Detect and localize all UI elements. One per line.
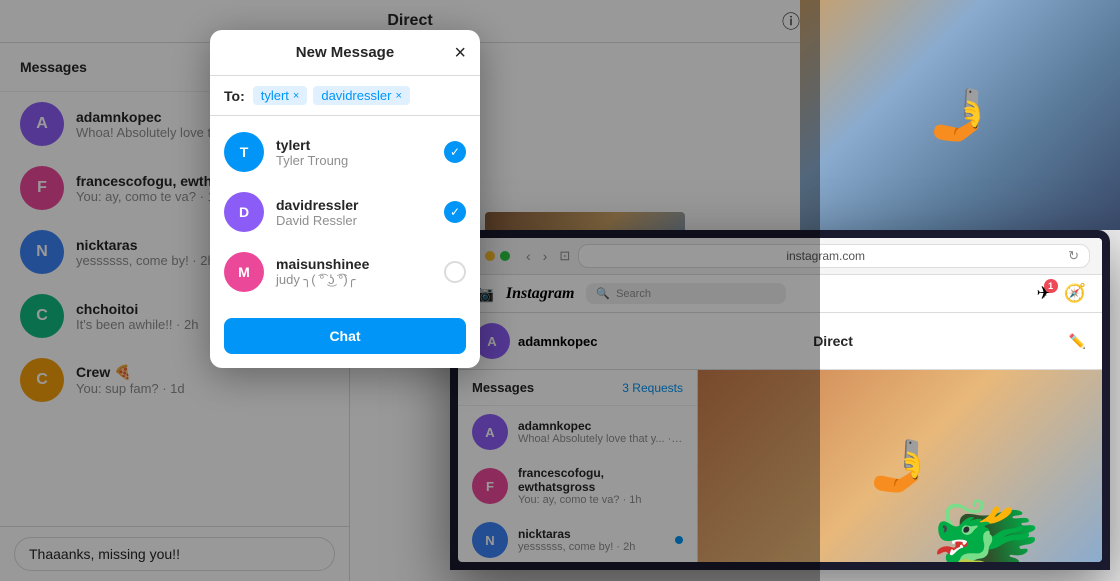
- remove-davidressler-icon[interactable]: ×: [395, 90, 401, 102]
- modal-real-name: judy ╮( ͡° ͜ʖ ͡°)╭: [276, 272, 432, 288]
- reload-button[interactable]: ↻: [1068, 248, 1079, 264]
- to-label: To:: [224, 88, 245, 104]
- tag-tylert-text: tylert: [261, 88, 289, 103]
- compose-icon[interactable]: ✏️: [1069, 333, 1086, 350]
- unselected-circle: [444, 261, 466, 283]
- chat-button[interactable]: Chat: [224, 318, 466, 354]
- close-button[interactable]: ×: [454, 43, 466, 63]
- selected-check: ✓: [444, 201, 466, 223]
- modal-user-item[interactable]: D davidressler David Ressler ✓: [210, 182, 480, 242]
- compass-icon[interactable]: 🧭: [1064, 283, 1086, 304]
- nav-icons: ✈ 1 🧭: [1036, 283, 1086, 304]
- user-info: tylert Tyler Troung: [276, 137, 432, 168]
- modal-title: New Message: [296, 44, 394, 61]
- user-avatar: D: [224, 192, 264, 232]
- tag-tylert[interactable]: tylert ×: [253, 86, 308, 105]
- modal-real-name: David Ressler: [276, 213, 432, 228]
- recipient-search-input[interactable]: [416, 86, 466, 105]
- user-suggestions-list: T tylert Tyler Troung ✓ D davidressler D…: [210, 116, 480, 308]
- modal-to-row: To: tylert × davidressler ×: [210, 76, 480, 116]
- monster-sticker: 🐲: [930, 492, 1042, 562]
- photo-content: 🤳: [869, 437, 931, 496]
- tag-davidressler-text: davidressler: [321, 88, 391, 103]
- modal-username: tylert: [276, 137, 432, 153]
- modal-username: davidressler: [276, 197, 432, 213]
- recipient-tags: tylert × davidressler ×: [253, 86, 466, 105]
- modal-username: maisunshinee: [276, 256, 432, 272]
- modal-user-item[interactable]: M maisunshinee judy ╮( ͡° ͜ʖ ͡°)╭: [210, 242, 480, 302]
- new-message-modal: New Message × To: tylert × davidressler …: [210, 30, 480, 368]
- tag-davidressler[interactable]: davidressler ×: [313, 86, 410, 105]
- user-avatar: M: [224, 252, 264, 292]
- modal-header: New Message ×: [210, 30, 480, 76]
- notification-badge: 1: [1044, 279, 1058, 293]
- user-info: davidressler David Ressler: [276, 197, 432, 228]
- bg-right-photo: 🤳: [800, 0, 1120, 230]
- user-info: maisunshinee judy ╮( ͡° ͜ʖ ͡°)╭: [276, 256, 432, 288]
- direct-nav-icon-wrapper: ✈ 1: [1036, 283, 1051, 304]
- selected-check: ✓: [444, 141, 466, 163]
- modal-real-name: Tyler Troung: [276, 153, 432, 168]
- remove-tylert-icon[interactable]: ×: [293, 90, 299, 102]
- user-avatar: T: [224, 132, 264, 172]
- modal-user-item[interactable]: T tylert Tyler Troung ✓: [210, 122, 480, 182]
